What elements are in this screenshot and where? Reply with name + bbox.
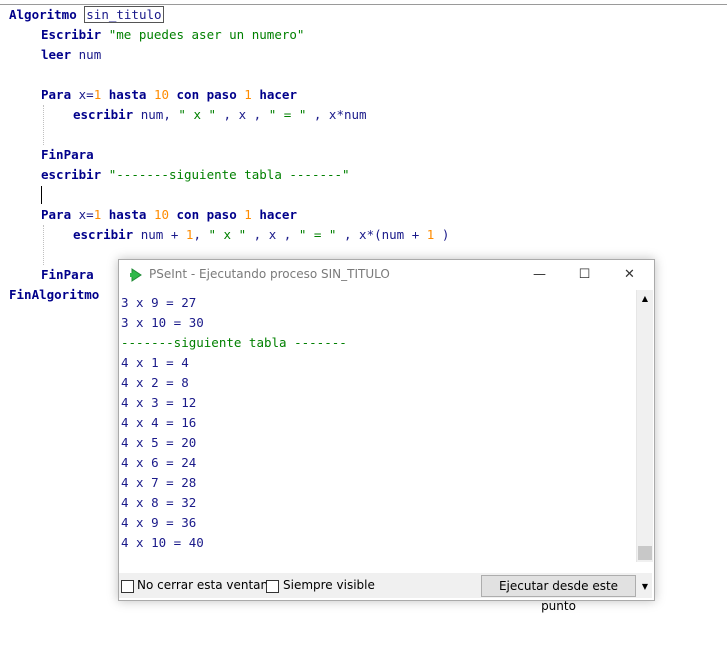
keyword: con paso [176, 87, 237, 102]
window-footer: No cerrar esta ventana Siempre visible E… [119, 573, 652, 613]
code-text: , x , [246, 227, 299, 242]
output-line: 4 x 2 = 8 [121, 375, 189, 390]
keyword: hacer [259, 87, 297, 102]
string-literal: " = " [268, 107, 307, 122]
keyword: escribir [73, 107, 134, 122]
string-literal: "me puedes aser un numero" [108, 27, 305, 42]
close-button[interactable]: ✕ [607, 260, 652, 290]
number: 1 [93, 87, 102, 102]
code-line-6[interactable]: escribir num, " x " , x , " = " , x*num [73, 105, 367, 125]
minimize-icon: — [533, 267, 546, 282]
vertical-scrollbar[interactable]: ▲ [636, 290, 653, 562]
code-text: , x*(num + [336, 227, 427, 242]
scrollbar-thumb[interactable] [638, 546, 652, 560]
keyword: FinPara [41, 267, 94, 282]
code-line-15[interactable]: FinAlgoritmo [9, 285, 99, 305]
keyword: Algoritmo [9, 7, 77, 22]
window-title: PSeInt - Ejecutando proceso SIN_TITULO [149, 267, 390, 281]
close-icon: ✕ [624, 267, 635, 282]
code-line-9[interactable]: escribir "-------siguiente tabla -------… [41, 165, 350, 185]
output-line: 3 x 10 = 30 [121, 315, 204, 330]
keyword: Para [41, 207, 72, 222]
no-close-label[interactable]: No cerrar esta ventana [137, 578, 276, 592]
algorithm-name: sin_titulo [84, 6, 164, 23]
scroll-down-arrow-icon[interactable]: ▼ [638, 577, 652, 597]
code-text: , x , [216, 107, 269, 122]
output-line: -------siguiente tabla ------- [121, 335, 347, 350]
number: 10 [153, 87, 169, 102]
variable: num [78, 47, 102, 62]
string-literal: " x " [208, 227, 247, 242]
string-literal: " = " [298, 227, 337, 242]
number: 1 [244, 87, 252, 102]
always-visible-label[interactable]: Siempre visible [283, 578, 375, 592]
keyword: hacer [259, 207, 297, 222]
operator: = [86, 87, 94, 102]
keyword: Escribir [41, 27, 102, 42]
keyword: escribir [41, 167, 102, 182]
number: 1 [93, 207, 102, 222]
number: 1 [244, 207, 252, 222]
output-line: 3 x 9 = 27 [121, 295, 197, 310]
output-line: 4 x 8 = 32 [121, 495, 197, 510]
minimize-button[interactable]: — [517, 260, 562, 290]
maximize-icon: ☐ [578, 267, 591, 282]
code-line-8[interactable]: FinPara [41, 145, 94, 165]
output-line: 4 x 5 = 20 [121, 435, 197, 450]
operator: = [86, 207, 94, 222]
keyword: leer [41, 47, 72, 62]
scroll-up-arrow-icon[interactable]: ▲ [637, 292, 653, 306]
code-line-2[interactable]: Escribir "me puedes aser un numero" [41, 25, 304, 45]
code-text: ) [434, 227, 450, 242]
keyword: Para [41, 87, 72, 102]
code-line-12[interactable]: escribir num + 1, " x " , x , " = " , x*… [73, 225, 449, 245]
code-line-14[interactable]: FinPara [41, 265, 94, 285]
output-line: 4 x 4 = 16 [121, 415, 197, 430]
code-line-3[interactable]: leer num [41, 45, 101, 65]
code-line-5[interactable]: Para x=1 hasta 10 con paso 1 hacer [41, 85, 297, 105]
pseint-app-icon [130, 268, 142, 282]
number: 10 [153, 207, 169, 222]
maximize-button[interactable]: ☐ [562, 260, 607, 290]
string-literal: " x " [178, 107, 217, 122]
string-literal: "-------siguiente tabla -------" [108, 167, 350, 182]
code-text: num, [140, 107, 179, 122]
keyword: con paso [176, 207, 237, 222]
no-close-checkbox[interactable] [121, 580, 134, 593]
output-line: 4 x 9 = 36 [121, 515, 197, 530]
code-line-11[interactable]: Para x=1 hasta 10 con paso 1 hacer [41, 205, 297, 225]
keyword: FinAlgoritmo [9, 287, 100, 302]
window-titlebar[interactable]: PSeInt - Ejecutando proceso SIN_TITULO —… [119, 260, 654, 290]
code-line-1[interactable]: Algoritmo sin_titulo [9, 5, 164, 25]
output-line: 4 x 1 = 4 [121, 355, 189, 370]
keyword: hasta [108, 207, 147, 222]
code-text: , x*num [306, 107, 367, 122]
indent-guide [43, 225, 44, 265]
console-output[interactable]: 3 x 9 = 27 3 x 10 = 30 -------siguiente … [121, 291, 636, 561]
indent-guide [43, 105, 44, 145]
output-line: 4 x 10 = 40 [121, 535, 204, 550]
code-text: num + [140, 227, 186, 242]
code-text: , [193, 227, 209, 242]
text-caret [41, 186, 42, 204]
always-visible-checkbox[interactable] [266, 580, 279, 593]
output-line: 4 x 7 = 28 [121, 475, 197, 490]
output-line: 4 x 3 = 12 [121, 395, 197, 410]
execution-window[interactable]: PSeInt - Ejecutando proceso SIN_TITULO —… [118, 259, 655, 613]
keyword: hasta [108, 87, 147, 102]
keyword: escribir [73, 227, 134, 242]
run-from-here-button[interactable]: Ejecutar desde este punto [481, 575, 636, 613]
keyword: FinPara [41, 147, 94, 162]
output-line: 4 x 6 = 24 [121, 455, 197, 470]
